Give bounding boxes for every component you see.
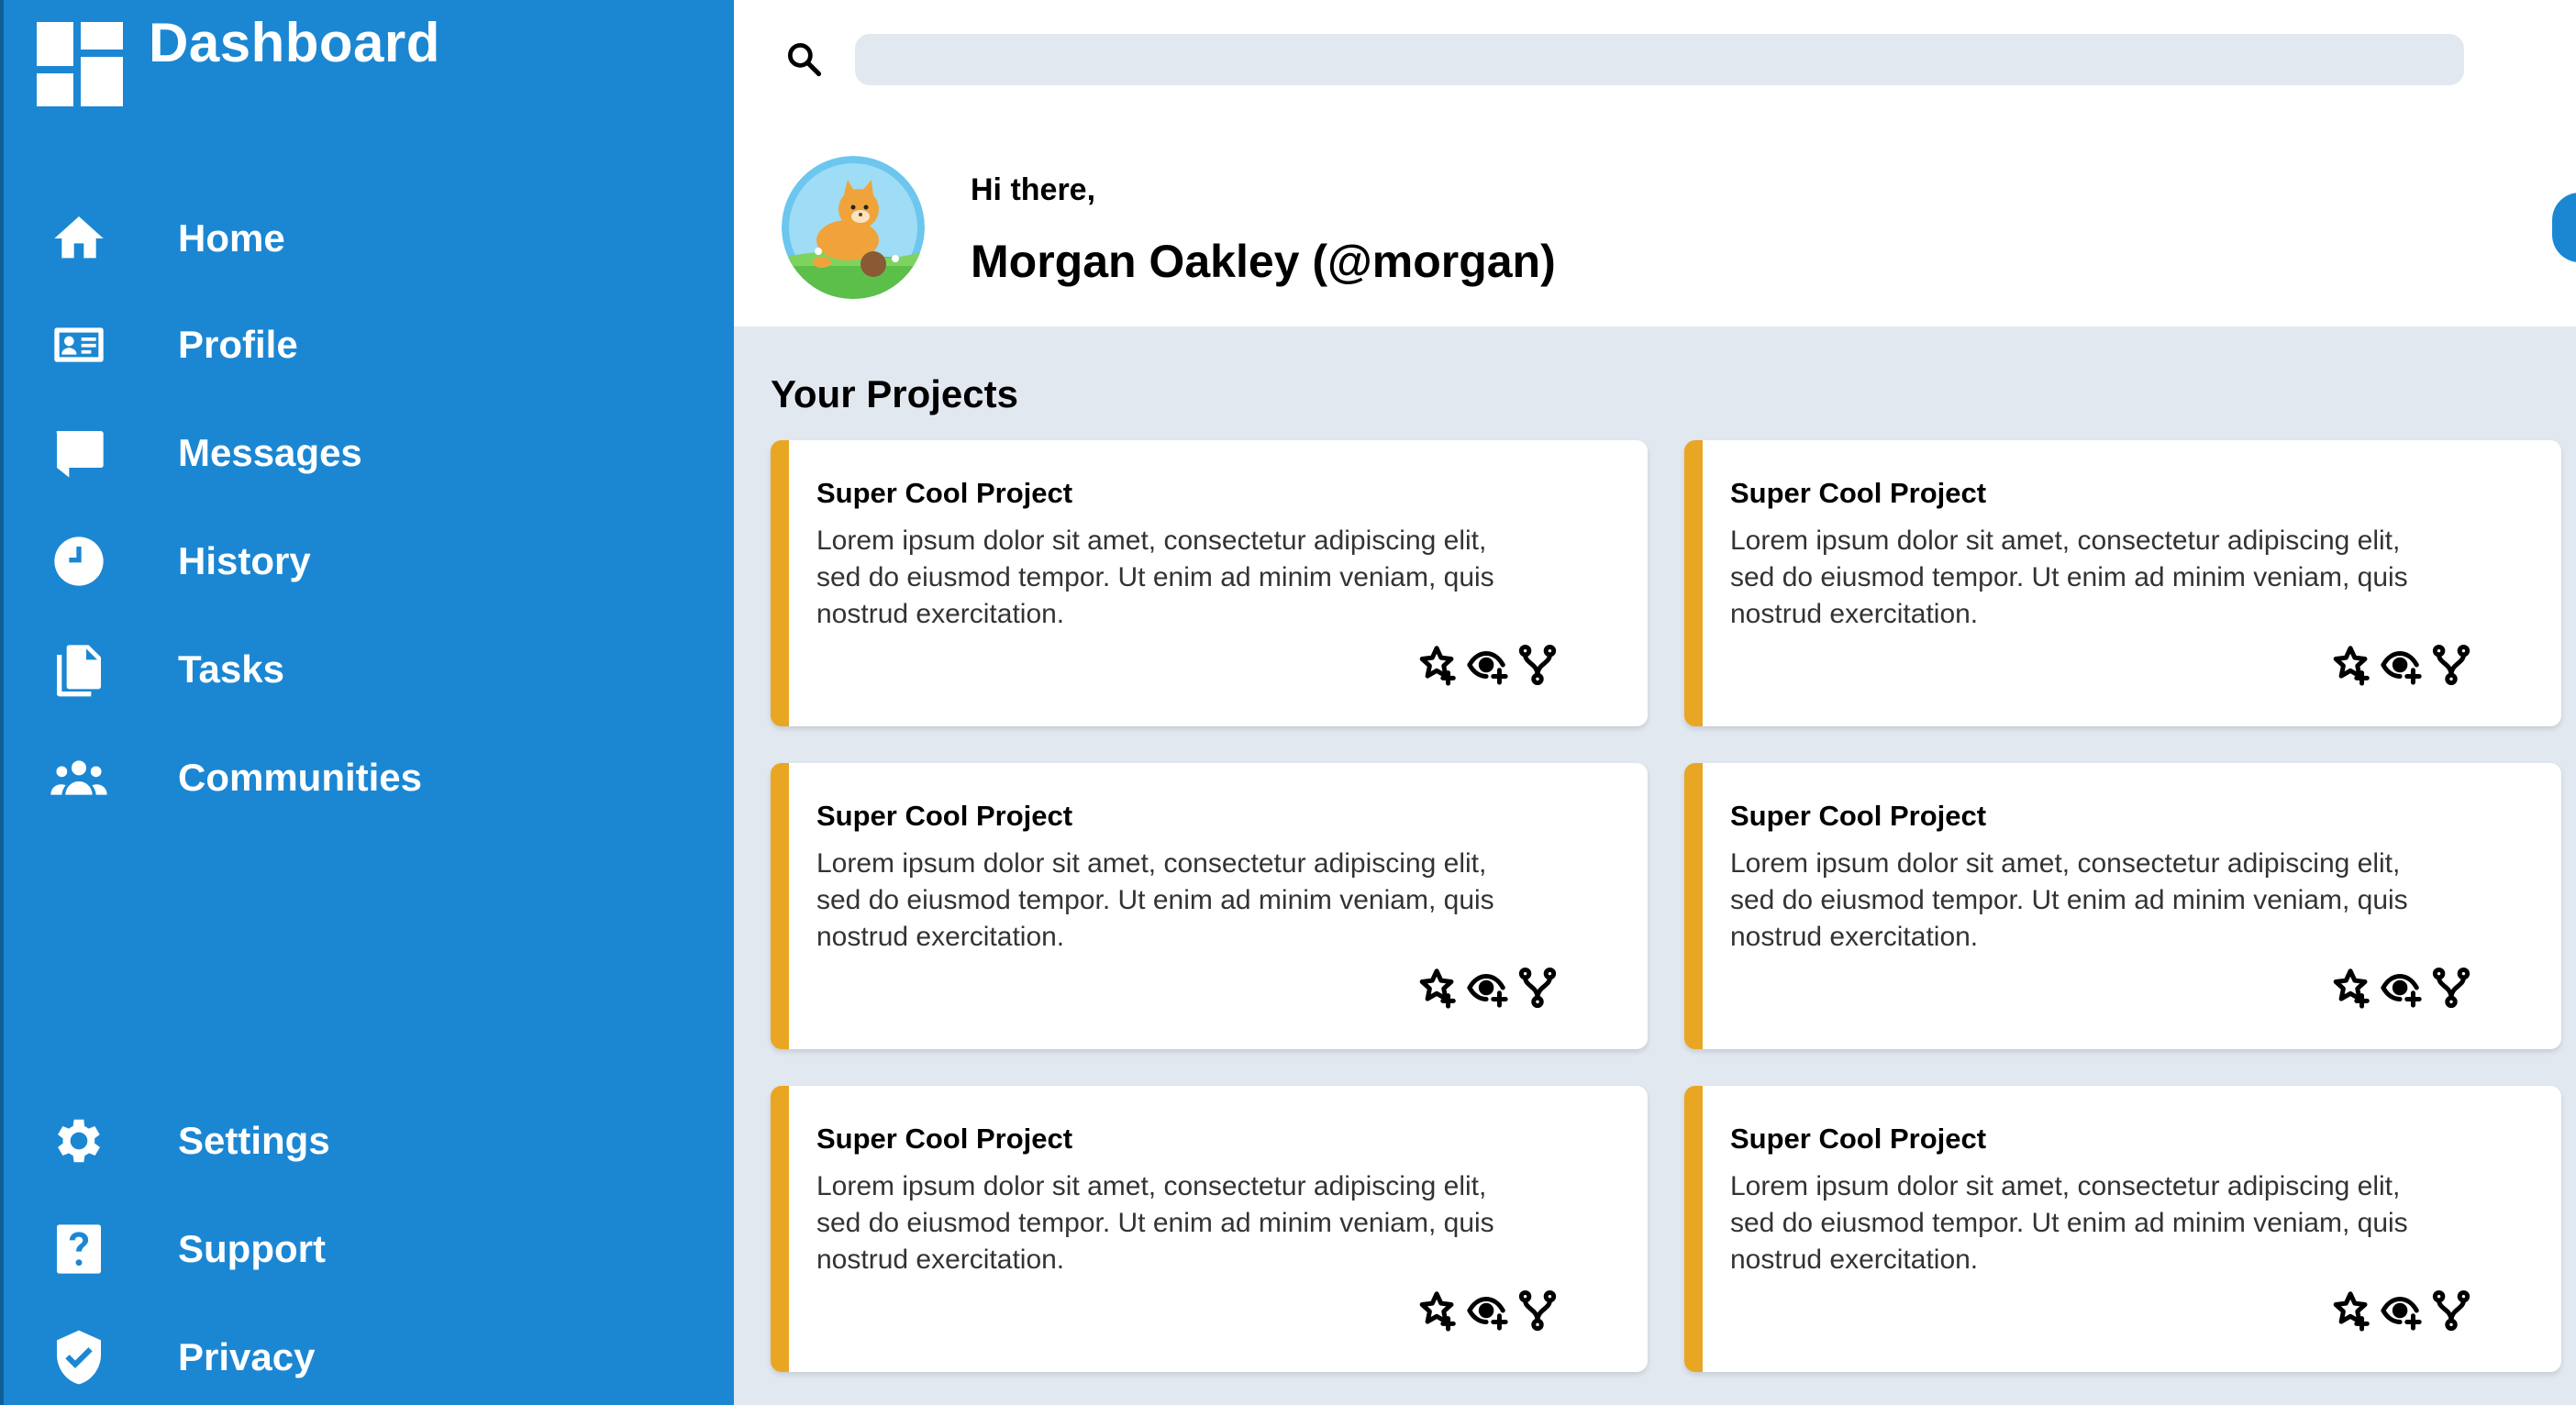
project-card[interactable]: Super Cool Project Lorem ipsum dolor sit… (1684, 763, 2561, 1049)
star-add-icon[interactable] (1416, 642, 1460, 688)
project-actions (2330, 642, 2473, 688)
sidebar-item-history[interactable]: History (4, 515, 734, 607)
sidebar-item-label: Tasks (178, 647, 284, 691)
watch-add-icon[interactable] (2380, 1288, 2424, 1333)
brand[interactable] (37, 22, 123, 106)
sidebar-item-label: Home (178, 216, 285, 260)
project-actions (2330, 1288, 2473, 1333)
people-icon (46, 745, 112, 811)
brand-title: Dashboard (149, 12, 440, 73)
avatar[interactable] (782, 156, 925, 299)
project-card[interactable]: Super Cool Project Lorem ipsum dolor sit… (771, 763, 1648, 1049)
project-actions (1416, 1288, 1560, 1333)
watch-add-icon[interactable] (2380, 965, 2424, 1011)
star-add-icon[interactable] (1416, 965, 1460, 1011)
project-description: Lorem ipsum dolor sit amet, consectetur … (816, 525, 1494, 629)
sidebar-item-label: History (178, 539, 311, 582)
sidebar-item-label: Privacy (178, 1335, 316, 1378)
watch-add-icon[interactable] (1466, 1288, 1510, 1333)
watch-add-icon[interactable] (1466, 642, 1510, 688)
sidebar-item-label: Communities (178, 756, 423, 799)
project-title: Super Cool Project (816, 1123, 1073, 1155)
project-title: Super Cool Project (1730, 477, 1987, 509)
project-description: Lorem ipsum dolor sit amet, consectetur … (1730, 1171, 2408, 1275)
sidebar-item-home[interactable]: Home (4, 193, 734, 284)
project-title: Super Cool Project (1730, 800, 1987, 832)
project-description: Lorem ipsum dolor sit amet, consectetur … (816, 848, 1494, 952)
project-title: Super Cool Project (816, 800, 1073, 832)
sidebar-item-tasks[interactable]: Tasks (4, 624, 734, 715)
sidebar-item-label: Messages (178, 431, 362, 474)
help-icon (46, 1216, 112, 1282)
documents-icon (46, 636, 112, 702)
search-input[interactable] (855, 34, 2464, 85)
app: Dashboard Home Profile Messages History … (0, 0, 2576, 1405)
project-card[interactable]: Super Cool Project Lorem ipsum dolor sit… (1684, 440, 2561, 726)
gear-icon (46, 1108, 112, 1174)
greeting: Hi there, (971, 172, 1096, 207)
sidebar-item-privacy[interactable]: Privacy (4, 1311, 734, 1403)
sidebar-item-messages[interactable]: Messages (4, 407, 734, 499)
header: Hi there, Morgan Oakley (@morgan) (734, 0, 2576, 326)
sidebar-item-label: Support (178, 1227, 326, 1270)
section-title: Your Projects (771, 372, 1018, 415)
id-card-icon (46, 312, 112, 378)
watch-add-icon[interactable] (1466, 965, 1510, 1011)
fork-icon[interactable] (2429, 965, 2473, 1011)
sidebar-item-settings[interactable]: Settings (4, 1095, 734, 1187)
home-icon (46, 205, 112, 271)
search-icon[interactable] (783, 39, 824, 79)
sidebar-item-communities[interactable]: Communities (4, 732, 734, 824)
sidebar-item-label: Profile (178, 323, 298, 366)
sidebar: Dashboard Home Profile Messages History … (0, 0, 734, 1405)
sidebar-item-profile[interactable]: Profile (4, 299, 734, 391)
star-add-icon[interactable] (2330, 965, 2374, 1011)
project-title: Super Cool Project (1730, 1123, 1987, 1155)
sidebar-item-support[interactable]: Support (4, 1203, 734, 1295)
project-description: Lorem ipsum dolor sit amet, consectetur … (1730, 848, 2408, 952)
project-description: Lorem ipsum dolor sit amet, consectetur … (816, 1171, 1494, 1275)
star-add-icon[interactable] (2330, 1288, 2374, 1333)
project-actions (1416, 965, 1560, 1011)
fork-icon[interactable] (1516, 642, 1560, 688)
fork-icon[interactable] (1516, 965, 1560, 1011)
fork-icon[interactable] (2429, 1288, 2473, 1333)
user-name: Morgan Oakley (@morgan) (971, 236, 1556, 287)
project-title: Super Cool Project (816, 477, 1073, 509)
project-actions (2330, 965, 2473, 1011)
project-card[interactable]: Super Cool Project Lorem ipsum dolor sit… (771, 440, 1648, 726)
watch-add-icon[interactable] (2380, 642, 2424, 688)
shield-icon (46, 1324, 112, 1390)
project-card[interactable]: Super Cool Project Lorem ipsum dolor sit… (771, 1086, 1648, 1372)
star-add-icon[interactable] (1416, 1288, 1460, 1333)
project-description: Lorem ipsum dolor sit amet, consectetur … (1730, 525, 2408, 629)
clock-icon (46, 528, 112, 594)
message-icon (46, 420, 112, 486)
dashboard-logo-icon (37, 22, 123, 106)
project-card[interactable]: Super Cool Project Lorem ipsum dolor sit… (1684, 1086, 2561, 1372)
fork-icon[interactable] (2429, 642, 2473, 688)
sidebar-item-label: Settings (178, 1119, 330, 1162)
edge-button[interactable] (2552, 193, 2576, 262)
fork-icon[interactable] (1516, 1288, 1560, 1333)
star-add-icon[interactable] (2330, 642, 2374, 688)
project-actions (1416, 642, 1560, 688)
